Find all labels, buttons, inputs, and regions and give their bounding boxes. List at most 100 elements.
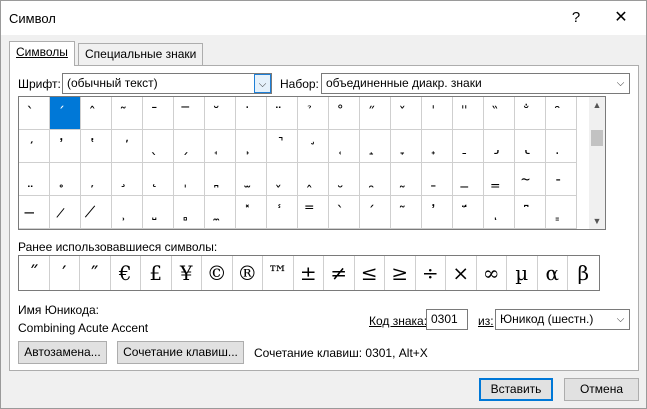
symbol-cell[interactable]: ̳ [484,163,515,196]
shortcut-key-button[interactable]: Сочетание клавиш... [117,341,244,364]
symbol-cell[interactable]: ̃ [112,97,143,130]
symbol-cell[interactable]: ͇ [546,196,577,229]
symbol-cell[interactable]: ̘ [205,130,236,163]
symbol-cell[interactable]: ̆ [205,97,236,130]
recent-symbol-cell[interactable]: ® [233,256,263,290]
symbol-cell[interactable]: ̔ [81,130,112,163]
recent-symbol-cell[interactable]: £ [141,256,172,290]
recent-symbol-cell[interactable]: µ [507,256,538,290]
symbol-cell[interactable]: ̍ [422,97,453,130]
symbol-cell[interactable]: ̬ [267,163,298,196]
symbol-cell[interactable]: ̫ [236,163,267,196]
cancel-button[interactable]: Отмена [564,378,639,401]
recent-symbol-cell[interactable]: ˝ [19,256,50,290]
symbol-cell[interactable]: ̰ [391,163,422,196]
symbol-cell[interactable]: ̭ [298,163,329,196]
recent-symbol-cell[interactable]: ″ [80,256,111,290]
symbol-cell[interactable]: ̱ [422,163,453,196]
symbol-cell[interactable]: ̋ [360,97,391,130]
symbol-cell[interactable]: ͂ [391,196,422,229]
symbol-cell[interactable]: ̨ [143,163,174,196]
symbol-cell[interactable]: ̌ [391,97,422,130]
symbol-cell[interactable]: ̣ [546,130,577,163]
close-button[interactable]: ✕ [606,5,636,31]
symbol-cell[interactable]: ̓ [422,196,453,229]
symbol-cell[interactable]: ̮ [329,163,360,196]
tab-special-characters[interactable]: Специальные знаки [78,43,204,65]
symbol-cell[interactable]: ̦ [81,163,112,196]
symbol-grid-scrollbar[interactable]: ▲ ▼ [589,96,606,230]
tab-symbols[interactable]: Символы [9,41,75,66]
symbol-cell[interactable]: ̷ [50,196,81,229]
symbol-cell[interactable]: ̙ [236,130,267,163]
autocorrect-button[interactable]: Автозамена... [18,341,107,364]
help-button[interactable]: ? [561,5,591,31]
symbol-cell[interactable]: ́ [360,196,391,229]
symbol-cell[interactable]: ̥ [50,163,81,196]
symbol-cell[interactable]: ̂ [81,97,112,130]
symbol-cell[interactable]: ͅ [484,196,515,229]
recent-symbol-cell[interactable]: € [111,256,141,290]
symbol-cell[interactable]: ̒ [19,130,50,163]
symbol-cell[interactable]: ̉ [298,97,329,130]
symbol-cell[interactable]: ̐ [515,97,546,130]
symbol-cell[interactable]: ̤ [19,163,50,196]
symbol-cell[interactable]: ̵ [546,163,577,196]
recent-symbol-cell[interactable]: © [202,256,233,290]
symbol-cell[interactable]: ̯ [360,163,391,196]
symbol-cell[interactable]: ̺ [143,196,174,229]
symbol-cell[interactable]: ̗ [174,130,205,163]
symbol-cell[interactable]: ̢ [515,130,546,163]
symbol-cell[interactable]: ̑ [546,97,577,130]
symbol-cell[interactable]: ̀ [329,196,360,229]
recent-symbol-cell[interactable]: ¥ [172,256,202,290]
symbol-cell[interactable]: ̾ [267,196,298,229]
symbol-cell[interactable]: ̶ [19,196,50,229]
symbol-cell[interactable]: ̚ [267,130,298,163]
scroll-down-icon[interactable]: ▼ [589,213,605,229]
symbol-cell[interactable]: ̖ [143,130,174,163]
symbol-cell[interactable]: ̎ [453,97,484,130]
recent-symbol-cell[interactable]: ÷ [416,256,446,290]
symbol-cell[interactable]: ̜ [329,130,360,163]
symbol-cell[interactable]: ̓ [50,130,81,163]
symbol-cell[interactable]: ̻ [174,196,205,229]
symbol-cell[interactable]: ̛ [298,130,329,163]
symbol-cell[interactable]: ̸ [81,196,112,229]
symbol-cell[interactable]: ̊ [329,97,360,130]
subset-select[interactable]: объединенные диакр. знаки ⌵ [321,73,630,94]
symbol-cell[interactable]: ̪ [205,163,236,196]
symbol-cell[interactable]: ̲ [453,163,484,196]
symbol-cell[interactable]: ̡ [484,130,515,163]
symbol-cell[interactable]: ̅ [174,97,205,130]
symbol-cell[interactable]: ̈́ [453,196,484,229]
recent-symbol-cell[interactable]: ≠ [324,256,355,290]
recent-symbol-cell[interactable]: ∞ [477,256,507,290]
symbol-cell[interactable]: ̠ [453,130,484,163]
symbol-cell[interactable]: ̝ [360,130,391,163]
recent-symbol-cell[interactable]: ≤ [355,256,385,290]
symbol-cell[interactable]: ̧ [112,163,143,196]
scroll-up-icon[interactable]: ▲ [589,97,605,113]
recent-symbol-cell[interactable]: × [446,256,477,290]
symbol-cell[interactable]: ̄ [143,97,174,130]
recent-symbol-cell[interactable]: α [538,256,568,290]
from-select[interactable]: Юникод (шестн.) ⌵ [495,309,630,330]
recent-symbol-cell[interactable]: ≥ [385,256,416,290]
symbol-cell[interactable]: ̿ [298,196,329,229]
insert-button[interactable]: Вставить [479,378,553,401]
recent-symbol-cell[interactable]: ™ [263,256,294,290]
recent-symbol-cell[interactable]: β [568,256,599,290]
symbol-cell[interactable]: ̽ [236,196,267,229]
symbol-cell[interactable]: ̼ [205,196,236,229]
recent-symbol-cell[interactable]: ′ [50,256,80,290]
symbol-cell[interactable]: ̹ [112,196,143,229]
symbol-cell[interactable]: ̞ [391,130,422,163]
symbol-cell[interactable]: ̕ [112,130,143,163]
symbol-cell[interactable]: ̩ [174,163,205,196]
symbol-cell[interactable]: ͆ [515,196,546,229]
symbol-cell[interactable]: ̏ [484,97,515,130]
symbol-cell[interactable]: ̇ [236,97,267,130]
symbol-cell[interactable]: ̀ [19,97,50,130]
char-code-input[interactable]: 0301 [426,309,468,330]
